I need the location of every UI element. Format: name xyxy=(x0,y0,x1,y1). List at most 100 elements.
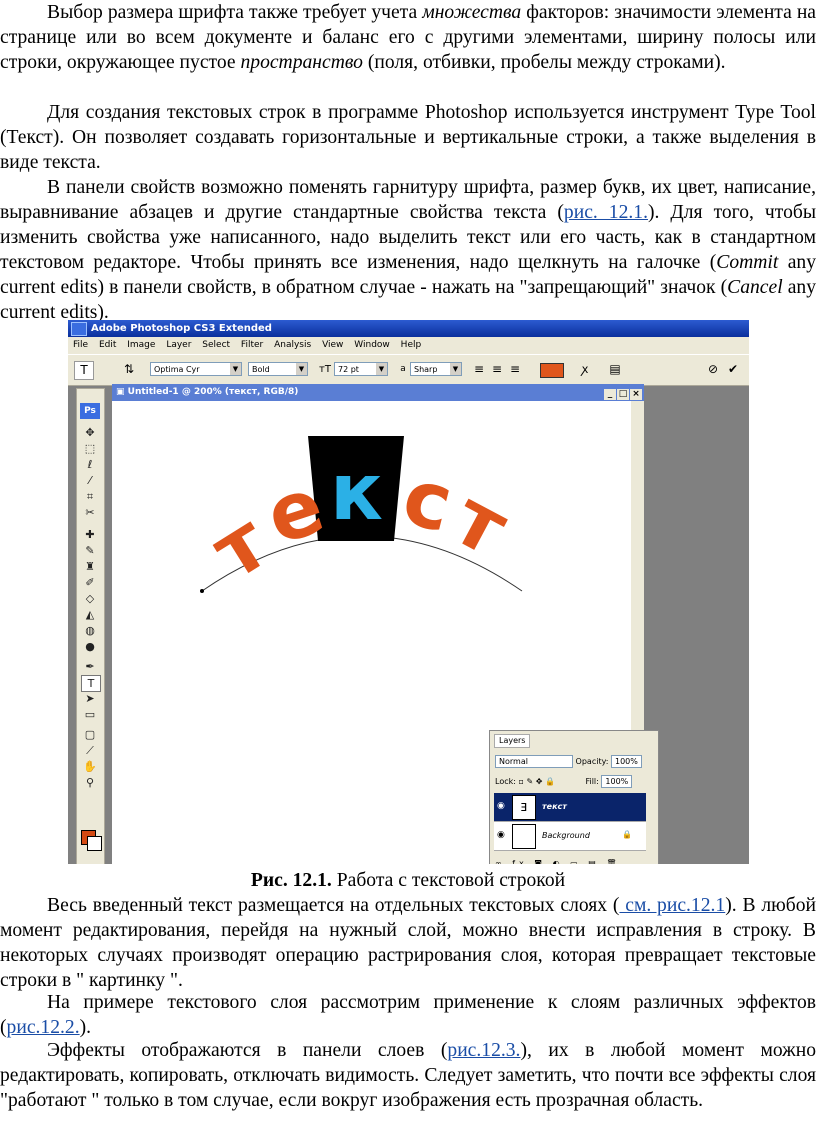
move-tool-icon[interactable]: ✥ xyxy=(81,425,99,440)
italic-run: Commit xyxy=(716,252,779,273)
canvas-letter-highlighted: к xyxy=(330,448,383,538)
menu-view[interactable]: View xyxy=(322,340,343,350)
layer-row-background[interactable]: ◉ Background 🔒 xyxy=(494,822,646,851)
eye-icon[interactable]: ◉ xyxy=(497,830,505,840)
brush-tool-icon[interactable]: ✎ xyxy=(81,543,99,558)
cancel-edits-icon[interactable]: ⊘ xyxy=(704,361,722,378)
paint-bucket-icon[interactable]: ◭ xyxy=(81,607,99,622)
figure-link-12-1[interactable]: рис. 12.1. xyxy=(564,202,648,223)
italic-run: Cancel xyxy=(727,277,783,298)
lock-label: Lock: xyxy=(495,777,516,786)
menu-analysis[interactable]: Analysis xyxy=(274,340,311,350)
palettes-icon[interactable]: ▤ xyxy=(606,361,624,378)
magic-wand-icon[interactable]: ⁄ xyxy=(81,473,99,488)
document-title-bar: ▣ Untitled-1 @ 200% (текст, RGB/8) _ □ × xyxy=(112,384,644,401)
paragraph-2: Для создания текстовых строк в программе… xyxy=(0,102,816,173)
menu-help[interactable]: Help xyxy=(401,340,422,350)
layer-name: текст xyxy=(542,802,567,811)
crop-tool-icon[interactable]: ⌗ xyxy=(81,489,99,504)
eyedropper-icon[interactable]: ⟋ xyxy=(81,743,99,758)
minimize-button[interactable]: _ xyxy=(604,389,616,400)
eraser-tool-icon[interactable]: ◇ xyxy=(81,591,99,606)
lock-icon: 🔒 xyxy=(622,830,632,839)
menu-bar: File Edit Image Layer Select Filter Anal… xyxy=(68,337,749,354)
background-thumbnail xyxy=(512,824,536,849)
maximize-button[interactable]: □ xyxy=(617,389,629,400)
photoshop-logo-icon xyxy=(71,322,87,336)
ps-logo: Ps xyxy=(80,403,100,419)
background-color-swatch[interactable] xyxy=(87,836,102,851)
figure-link-12-3[interactable]: рис.12.3. xyxy=(447,1040,520,1061)
path-selection-icon[interactable]: ➤ xyxy=(81,691,99,706)
caption-text: Работа с текстовой строкой xyxy=(331,870,566,891)
figure-link-12-1b[interactable]: см. рис.12.1 xyxy=(619,895,725,916)
text-layer-thumbnail-icon: ⱻ xyxy=(512,795,536,820)
close-button[interactable]: × xyxy=(630,389,642,400)
figure-caption: Рис. 12.1. Работа с текстовой строкой xyxy=(0,868,816,893)
font-family-select[interactable]: Optima Cyr ▼ xyxy=(150,362,242,376)
lock-icons[interactable]: ▫ ✎ ✥ 🔒 xyxy=(518,777,554,786)
align-right-icon[interactable]: ≡ xyxy=(506,361,524,378)
layers-footer-buttons[interactable]: ∞ ƒx ◙ ◐ ▭ ▤ 🗑 xyxy=(495,859,621,864)
menu-edit[interactable]: Edit xyxy=(99,340,116,350)
fill-field[interactable]: 100% xyxy=(601,775,633,788)
layers-panel: Layers Normal Opacity: 100% Lock: ▫ ✎ ✥ … xyxy=(489,730,659,864)
text-color-swatch[interactable] xyxy=(540,363,564,378)
layer-row-text[interactable]: ◉ ⱻ текст xyxy=(494,793,646,822)
shape-tool-icon[interactable]: ▭ xyxy=(81,707,99,722)
dodge-tool-icon[interactable]: ● xyxy=(81,639,99,654)
italic-run: пространство xyxy=(240,52,363,73)
antialias-select[interactable]: Sharp ▼ xyxy=(410,362,462,376)
text-run: (поля, отбивки, пробелы между строками). xyxy=(362,52,726,73)
menu-select[interactable]: Select xyxy=(202,340,230,350)
healing-brush-icon[interactable]: ✚ xyxy=(81,527,99,542)
text-run: На примере текстового слоя рассмотрим пр… xyxy=(0,992,816,1038)
hand-tool-icon[interactable]: ✋ xyxy=(81,759,99,774)
font-size-icon: ᴛT xyxy=(319,364,331,375)
menu-image[interactable]: Image xyxy=(127,340,155,350)
menu-window[interactable]: Window xyxy=(354,340,390,350)
notes-tool-icon[interactable]: ▢ xyxy=(81,727,99,742)
eye-icon[interactable]: ◉ xyxy=(497,801,505,811)
chevron-down-icon: ▼ xyxy=(230,363,241,375)
lasso-tool-icon[interactable]: ℓ xyxy=(81,457,99,472)
paragraph-1: Выбор размера шрифта также требует учета… xyxy=(0,0,816,75)
stamp-tool-icon[interactable]: ♜ xyxy=(81,559,99,574)
chevron-down-icon: ▼ xyxy=(296,363,307,375)
app-title: Adobe Photoshop CS3 Extended xyxy=(91,323,272,334)
pen-tool-icon[interactable]: ✒ xyxy=(81,659,99,674)
type-tool-icon[interactable]: T xyxy=(74,361,94,380)
slice-tool-icon[interactable]: ✂ xyxy=(81,505,99,520)
layer-name: Background xyxy=(542,831,590,840)
document-title: Untitled-1 @ 200% (текст, RGB/8) xyxy=(127,387,299,397)
warp-text-icon[interactable]: ꭗ xyxy=(576,361,594,378)
menu-layer[interactable]: Layer xyxy=(166,340,191,350)
commit-edits-icon[interactable]: ✔ xyxy=(724,361,742,378)
text-run: Выбор размера шрифта также требует учета xyxy=(47,2,423,23)
text-run: Весь введенный текст размещается на отде… xyxy=(47,895,620,916)
menu-filter[interactable]: Filter xyxy=(241,340,263,350)
chevron-down-icon: ▼ xyxy=(450,363,461,375)
blend-mode-select[interactable]: Normal xyxy=(495,755,573,768)
paragraph-5: На примере текстового слоя рассмотрим пр… xyxy=(0,990,816,1040)
opacity-field[interactable]: 100% xyxy=(610,755,642,768)
blur-tool-icon[interactable]: ◍ xyxy=(81,623,99,638)
layers-tab[interactable]: Layers xyxy=(494,734,531,748)
history-brush-icon[interactable]: ✐ xyxy=(81,575,99,590)
orientation-toggle-icon[interactable]: ⇅ xyxy=(120,361,138,378)
font-style-select[interactable]: Bold ▼ xyxy=(248,362,308,376)
align-left-icon[interactable]: ≡ xyxy=(470,361,488,378)
caption-label: Рис. 12.1. xyxy=(250,870,332,891)
photoshop-screenshot: Adobe Photoshop CS3 Extended File Edit I… xyxy=(68,320,749,864)
zoom-tool-icon[interactable]: ⚲ xyxy=(81,775,99,790)
align-center-icon[interactable]: ≡ xyxy=(488,361,506,378)
font-size-field[interactable]: 72 pt ▼ xyxy=(334,362,388,376)
app-title-bar: Adobe Photoshop CS3 Extended xyxy=(68,320,749,337)
type-tool-selected-icon[interactable]: T xyxy=(81,675,101,692)
menu-file[interactable]: File xyxy=(73,340,88,350)
text-run: ). xyxy=(79,1017,92,1038)
path-anchor-point xyxy=(200,589,204,593)
document-icon: ▣ xyxy=(116,387,125,397)
marquee-tool-icon[interactable]: ⬚ xyxy=(81,441,99,456)
figure-link-12-2[interactable]: рис.12.2. xyxy=(7,1017,80,1038)
